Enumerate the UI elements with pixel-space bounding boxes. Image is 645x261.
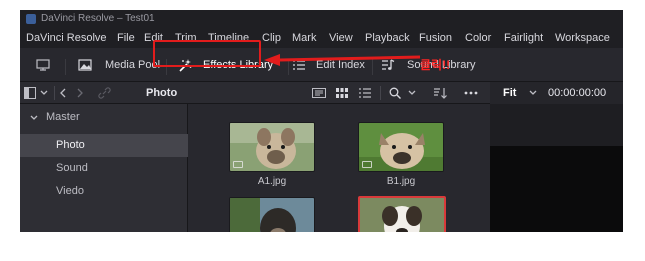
image-type-icon — [362, 161, 372, 168]
menu-playback[interactable]: Playback — [365, 28, 410, 48]
forward-arrow-icon[interactable] — [76, 88, 83, 98]
bin-item-label: Viedo — [56, 185, 84, 197]
menu-bar: DaVinci Resolve File Edit Trim Timeline … — [20, 28, 623, 48]
app-window: DaVinci Resolve – Test01 DaVinci Resolve… — [20, 10, 623, 232]
bin-item-sound[interactable]: Sound — [20, 157, 188, 180]
list-view-icon[interactable] — [359, 88, 371, 98]
bin-item-viedo[interactable]: Viedo — [20, 180, 188, 203]
chevron-down-icon[interactable] — [40, 90, 48, 96]
viewer-canvas — [490, 146, 623, 232]
toolbar-divider — [65, 59, 66, 75]
davinci-app-icon — [26, 14, 36, 24]
clip-thumbnail-selected[interactable] — [358, 196, 446, 232]
window-title: DaVinci Resolve – Test01 — [41, 13, 155, 24]
bin-item-label: Sound — [56, 162, 88, 174]
panel-layout-icon[interactable] — [24, 87, 36, 99]
bin-item-photo[interactable]: Photo — [20, 134, 188, 157]
media-pool-button[interactable]: Media Pool — [78, 54, 161, 76]
bin-master-label: Master — [46, 111, 80, 123]
dog-photo-thumbnail — [360, 198, 444, 232]
clip-grid: A1.jpg B1.jpg — [189, 104, 489, 232]
bin-master[interactable]: Master — [20, 106, 188, 129]
clip-label: B1.jpg — [386, 176, 416, 187]
annotation-text: 클릭!! — [420, 58, 451, 72]
media-pool-icon — [78, 59, 92, 71]
title-bar: DaVinci Resolve – Test01 — [20, 10, 623, 28]
more-options-icon[interactable] — [464, 91, 478, 95]
link-icon[interactable] — [98, 87, 111, 99]
search-icon[interactable] — [389, 87, 401, 99]
subbar-divider — [54, 86, 55, 100]
menu-file[interactable]: File — [117, 28, 135, 48]
timecode: 00:00:00:00 — [548, 87, 607, 99]
clip-thumbnail-b1[interactable] — [358, 122, 444, 172]
zoom-select[interactable]: Fit — [503, 82, 516, 104]
annotation-arrow-icon — [264, 54, 421, 66]
menu-davinci-resolve[interactable]: DaVinci Resolve — [26, 28, 107, 48]
chevron-down-icon[interactable] — [30, 115, 38, 121]
bin-name: Photo — [146, 87, 178, 99]
chevron-down-icon[interactable] — [529, 90, 537, 96]
media-pool-label: Media Pool — [105, 59, 161, 71]
bin-item-label: Photo — [56, 139, 85, 151]
highlight-box — [153, 40, 261, 67]
sort-icon[interactable] — [433, 87, 447, 99]
metadata-view-icon[interactable] — [312, 88, 326, 98]
clip-thumbnail[interactable] — [229, 197, 315, 232]
menu-view[interactable]: View — [329, 28, 353, 48]
menu-color[interactable]: Color — [465, 28, 491, 48]
dog-photo-thumbnail — [230, 198, 314, 232]
thumbnail-view-icon[interactable] — [336, 88, 348, 98]
menu-mark[interactable]: Mark — [292, 28, 316, 48]
clip-label: A1.jpg — [257, 176, 287, 187]
menu-clip[interactable]: Clip — [262, 28, 281, 48]
media-pool-subbar: Photo Fit 00:00:00:00 — [20, 82, 623, 104]
back-arrow-icon[interactable] — [60, 88, 67, 98]
image-type-icon — [233, 161, 243, 168]
toggle-panel-button[interactable] — [36, 54, 56, 76]
monitor-panel-icon — [36, 59, 50, 71]
menu-fairlight[interactable]: Fairlight — [504, 28, 543, 48]
bin-list: Master Photo Sound Viedo — [20, 104, 188, 232]
menu-workspace[interactable]: Workspace — [555, 28, 610, 48]
menu-fusion[interactable]: Fusion — [419, 28, 452, 48]
subbar-divider — [380, 86, 381, 100]
chevron-down-icon[interactable] — [408, 90, 416, 96]
clip-thumbnail-a1[interactable] — [229, 122, 315, 172]
